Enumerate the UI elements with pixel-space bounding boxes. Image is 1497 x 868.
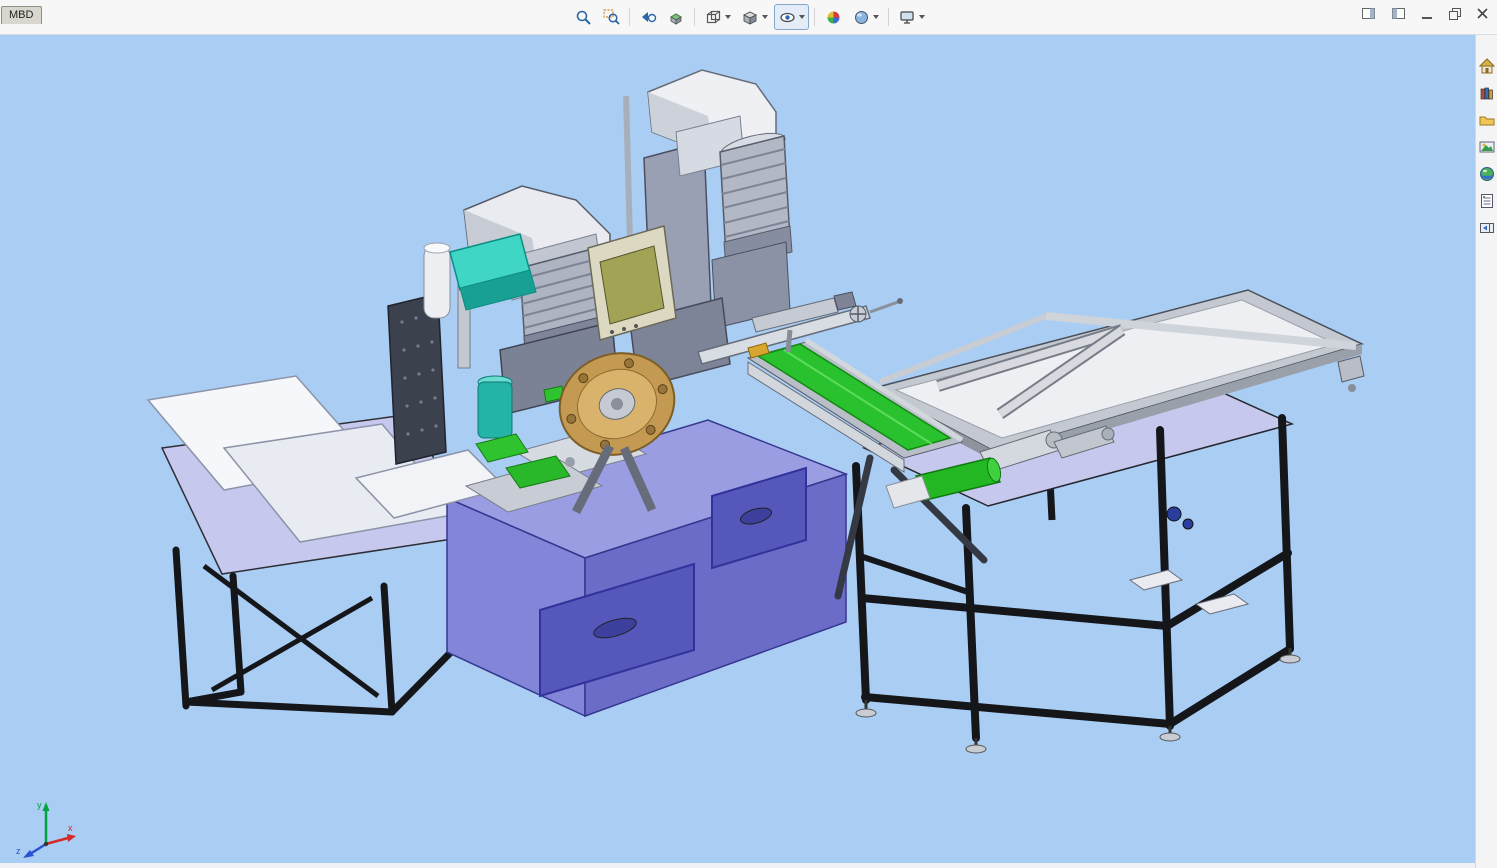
restore-button[interactable] [1449, 8, 1460, 19]
triad-x-label: x [68, 823, 73, 833]
home-tab-button[interactable] [1477, 56, 1496, 75]
close-icon [1477, 8, 1488, 19]
section-view-button[interactable] [665, 6, 687, 28]
display-style-dropdown-caret[interactable] [762, 15, 768, 19]
triad-z-label: z [16, 846, 21, 856]
pane-options-tab-button[interactable] [1477, 218, 1496, 237]
home-icon [1478, 57, 1496, 75]
toolbar-item-previous-view [635, 4, 661, 30]
apply-scene-dropdown-caret[interactable] [873, 15, 879, 19]
viewport-3d-scene[interactable] [0, 0, 1497, 868]
cad-application-window: MBD [0, 0, 1497, 868]
hide-show-items-dropdown-caret[interactable] [799, 15, 805, 19]
toolbar-item-display-style [737, 4, 772, 30]
toolbar-separator [629, 8, 630, 26]
apply-scene-button[interactable] [850, 6, 872, 28]
tab-mbd-label: MBD [9, 9, 33, 21]
toolbar-separator [814, 8, 815, 26]
toolbar-item-section-view [663, 4, 689, 30]
view-settings-button[interactable] [896, 6, 918, 28]
appearances-scenes-tab-button[interactable] [1477, 164, 1496, 183]
toolbar-item-view-orientation [700, 4, 735, 30]
custom-properties-icon [1478, 192, 1496, 210]
graphics-area[interactable] [0, 0, 1497, 868]
toolbar-separator [888, 8, 889, 26]
view-palette-tab-button[interactable] [1477, 137, 1496, 156]
pane-options-icon [1478, 219, 1496, 237]
minimize-icon [1422, 17, 1432, 19]
window-controls [1362, 8, 1488, 19]
zoom-to-area-button[interactable] [600, 6, 622, 28]
toolbar-separator [694, 8, 695, 26]
task-pane-toggle-button[interactable] [1362, 8, 1375, 19]
view-settings-dropdown-caret[interactable] [919, 15, 925, 19]
tab-mbd[interactable]: MBD [1, 6, 42, 24]
toolbar-item-zoom-to-area [598, 4, 624, 30]
task-pane-tab-strip [1475, 34, 1497, 868]
file-explorer-tab-button[interactable] [1477, 110, 1496, 129]
view-orientation-dropdown-caret[interactable] [725, 15, 731, 19]
reference-triad: y x z [10, 794, 88, 860]
close-button[interactable] [1477, 8, 1488, 19]
toolbar-item-zoom-to-fit [570, 4, 596, 30]
file-explorer-icon [1478, 111, 1496, 129]
edit-appearance-button[interactable] [822, 6, 844, 28]
top-bar: MBD [0, 0, 1497, 35]
viewport-bottom-edge [0, 863, 1476, 868]
triad-y-label: y [37, 800, 42, 810]
toolbar-item-hide-show-items [774, 4, 809, 30]
hide-show-items-button[interactable] [776, 6, 798, 28]
pane-layout-button[interactable] [1392, 8, 1405, 19]
heads-up-view-toolbar [570, 4, 929, 30]
toolbar-item-apply-scene [848, 4, 883, 30]
zoom-to-fit-button[interactable] [572, 6, 594, 28]
design-library-tab-button[interactable] [1477, 83, 1496, 102]
custom-properties-tab-button[interactable] [1477, 191, 1496, 210]
restore-icon [1449, 8, 1460, 19]
view-orientation-button[interactable] [702, 6, 724, 28]
toolbar-item-view-settings [894, 4, 929, 30]
design-library-icon [1478, 84, 1496, 102]
previous-view-button[interactable] [637, 6, 659, 28]
minimize-button[interactable] [1422, 9, 1432, 19]
display-style-button[interactable] [739, 6, 761, 28]
view-palette-icon [1478, 138, 1496, 156]
appearances-icon [1478, 165, 1496, 183]
right-infeed-table[interactable] [856, 290, 1364, 753]
toolbar-item-edit-appearance [820, 4, 846, 30]
